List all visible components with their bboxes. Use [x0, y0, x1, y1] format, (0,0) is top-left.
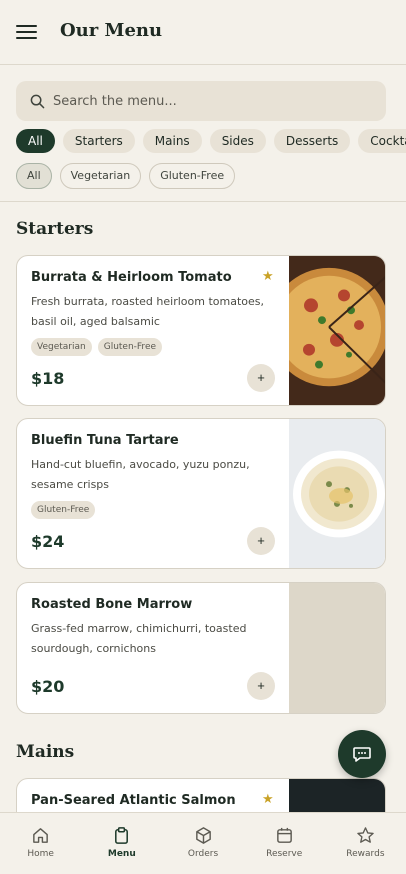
- nav-item-reserve[interactable]: Reserve: [244, 813, 325, 874]
- dish-price: $24: [31, 532, 65, 551]
- dish-photo-placeholder: [289, 583, 385, 713]
- page-title: Our Menu: [60, 20, 163, 41]
- add-to-order-button[interactable]: +: [247, 364, 275, 392]
- category-chip-starters[interactable]: Starters: [62, 129, 135, 153]
- search-input[interactable]: [53, 93, 353, 109]
- search-icon: [30, 94, 45, 108]
- filter-chip-all[interactable]: All: [16, 163, 52, 189]
- dish-photo-risotto: [289, 419, 385, 568]
- dish-price: $20: [31, 677, 65, 696]
- box-icon: [195, 827, 211, 844]
- add-to-order-button[interactable]: +: [247, 527, 275, 555]
- dietary-tags: Gluten-Free: [31, 501, 271, 519]
- category-chip-desserts[interactable]: Desserts: [273, 129, 351, 153]
- nav-item-rewards[interactable]: Rewards: [325, 813, 406, 874]
- divider: [0, 201, 406, 202]
- chat-button[interactable]: [338, 730, 386, 778]
- filter-chip-gluten-free[interactable]: Gluten-Free: [149, 163, 236, 189]
- home-icon: [33, 828, 48, 843]
- add-to-order-button[interactable]: +: [247, 672, 275, 700]
- dish-name: Roasted Bone Marrow: [31, 597, 193, 612]
- filter-chip-vegetarian[interactable]: Vegetarian: [59, 163, 142, 189]
- bottom-nav: Home Menu Orders Reserve Rewards: [0, 812, 406, 874]
- dish-name: Burrata & Heirloom Tomato: [31, 270, 232, 285]
- category-chip-mains[interactable]: Mains: [142, 129, 202, 153]
- tag-gluten-free: Gluten-Free: [97, 338, 163, 356]
- category-chip-cocktails[interactable]: Cocktails: [358, 129, 406, 153]
- dietary-filters: All Vegetarian Gluten-Free: [16, 163, 236, 189]
- nav-item-orders[interactable]: Orders: [162, 813, 243, 874]
- section-title-starters: Starters: [16, 219, 94, 239]
- dish-name: Pan-Seared Atlantic Salmon: [31, 793, 236, 808]
- dish-description: Grass-fed marrow, chimichurri, toasted s…: [31, 622, 247, 655]
- star-icon: [357, 827, 374, 843]
- dish-price: $18: [31, 369, 65, 388]
- dish-name: Bluefin Tuna Tartare: [31, 433, 179, 448]
- dietary-tags: Vegetarian Gluten-Free: [31, 338, 271, 356]
- hamburger-icon[interactable]: [16, 23, 37, 41]
- category-chips: All Starters Mains Sides Desserts Cockta…: [16, 129, 406, 153]
- dish-photo-pizza: [289, 256, 385, 405]
- featured-star-icon: ★: [262, 792, 274, 807]
- menu-item-card[interactable]: Burrata & Heirloom Tomato Fresh burrata,…: [16, 255, 386, 406]
- section-title-mains: Mains: [16, 742, 75, 762]
- featured-star-icon: ★: [262, 269, 274, 284]
- category-chip-all[interactable]: All: [16, 129, 55, 153]
- app-header: Our Menu: [0, 0, 406, 65]
- tag-gluten-free: Gluten-Free: [31, 501, 96, 519]
- nav-item-home[interactable]: Home: [0, 813, 81, 874]
- dish-description: Fresh burrata, roasted heirloom tomatoes…: [31, 295, 264, 328]
- chat-icon: [353, 747, 371, 762]
- dish-description: Hand-cut bluefin, avocado, yuzu ponzu, s…: [31, 458, 250, 491]
- nav-item-menu[interactable]: Menu: [81, 813, 162, 874]
- menu-item-card[interactable]: Roasted Bone Marrow Grass-fed marrow, ch…: [16, 582, 386, 714]
- category-chip-sides[interactable]: Sides: [209, 129, 266, 153]
- tag-vegetarian: Vegetarian: [31, 338, 92, 356]
- calendar-icon: [276, 827, 292, 843]
- menu-item-card[interactable]: Bluefin Tuna Tartare Hand-cut bluefin, a…: [16, 418, 386, 569]
- clipboard-icon: [115, 827, 129, 844]
- search-bar[interactable]: [16, 81, 386, 121]
